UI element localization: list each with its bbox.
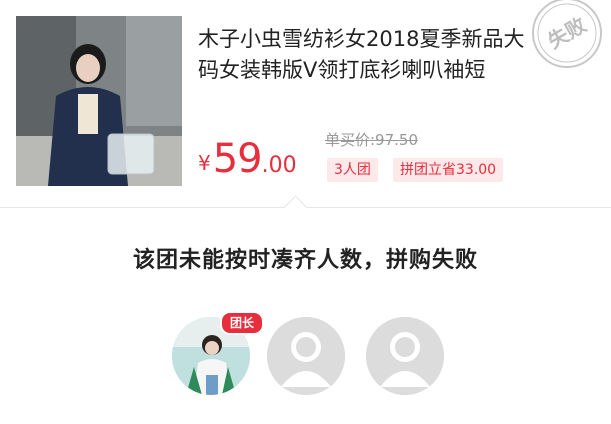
group-size-tag: 3人团 [327,158,378,182]
empty-member-slot [267,317,345,395]
failed-stamp-icon: 失败 [532,0,602,68]
product-image[interactable] [16,16,182,186]
product-card[interactable]: 木子小虫雪纺衫女2018夏季新品大码女装韩版V领打底衫喇叭袖短 单买价:97.5… [0,0,611,208]
price-currency: ¥ [198,151,211,175]
default-avatar-icon [267,317,345,395]
original-price: 单买价:97.50 [325,131,418,149]
status-panel: 该团未能按时凑齐人数，拼购失败 团长 [0,208,611,424]
stamp-text: 失败 [544,13,591,54]
savings-tag: 拼团立省33.00 [393,158,504,182]
price-decimal: .00 [261,153,297,178]
member-avatars: 团长 [170,311,450,397]
default-avatar-icon [366,317,444,395]
product-title[interactable]: 木子小虫雪纺衫女2018夏季新品大码女装韩版V领打底衫喇叭袖短 [198,24,538,86]
leader-badge: 团长 [220,311,265,335]
product-photo-icon [16,16,182,186]
group-price: ¥59.00 [198,136,297,182]
empty-member-slot [366,317,444,395]
price-integer: 59 [212,136,263,182]
group-status-message: 该团未能按时凑齐人数，拼购失败 [132,248,478,273]
